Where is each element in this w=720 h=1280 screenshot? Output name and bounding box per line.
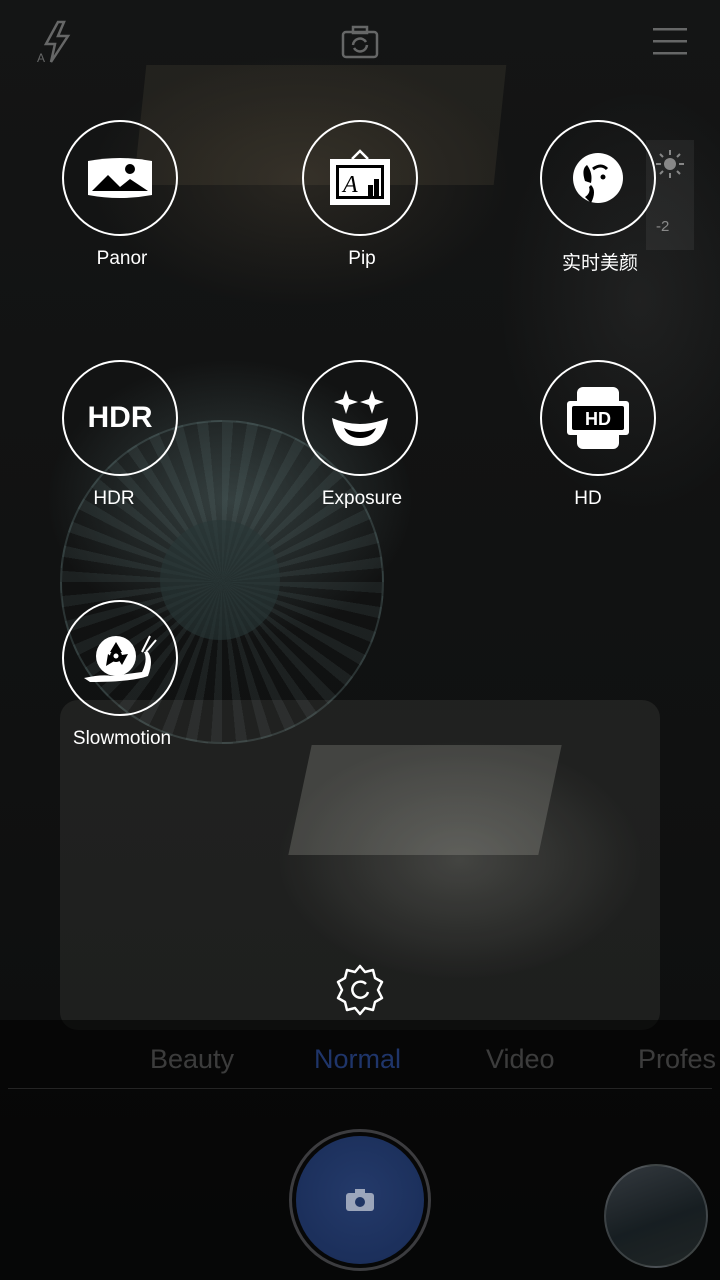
mode-exposure-button[interactable] <box>302 360 418 476</box>
mode-hd[interactable]: HD HD <box>500 360 700 520</box>
top-toolbar: A <box>0 0 720 90</box>
svg-text:A: A <box>341 172 358 198</box>
mode-panorama-button[interactable] <box>62 120 178 236</box>
mode-hdr[interactable]: HDR HDR <box>22 360 222 520</box>
mode-label: HDR <box>93 488 135 509</box>
mode-exposure[interactable]: Exposure <box>262 360 462 520</box>
panorama-icon <box>88 158 152 198</box>
camera-icon <box>346 1189 374 1211</box>
mode-slowmotion[interactable]: Slowmotion <box>22 600 222 760</box>
mode-label: Panor <box>96 248 148 269</box>
hd-icon: HD <box>567 387 629 449</box>
flash-auto-icon[interactable]: A <box>36 20 76 69</box>
tab-professional[interactable]: Profes <box>638 1044 716 1075</box>
camera-switch-icon[interactable] <box>340 24 380 65</box>
mode-panorama[interactable]: Panor <box>22 120 222 280</box>
mode-pip-button[interactable]: A <box>302 120 418 236</box>
mode-label: Exposure <box>321 488 403 509</box>
shutter-inner[interactable] <box>296 1136 424 1264</box>
hdr-icon: HDR <box>87 401 153 434</box>
svg-text:HD: HD <box>585 409 611 429</box>
tab-video[interactable]: Video <box>486 1044 555 1075</box>
tab-normal[interactable]: Normal <box>314 1044 401 1075</box>
mode-label: 实时美颜 <box>561 253 638 274</box>
exposure-clown-icon <box>332 390 388 446</box>
picture-in-picture-icon: A <box>330 149 390 205</box>
tab-beauty[interactable]: Beauty <box>150 1044 234 1075</box>
shutter-button[interactable] <box>289 1129 431 1271</box>
mode-tabs: Beauty Normal Video Profes <box>0 1020 720 1090</box>
mode-label: Pip <box>348 248 376 269</box>
mode-hdr-button[interactable]: HDR <box>62 360 178 476</box>
mode-slowmotion-button[interactable] <box>62 600 178 716</box>
mode-pip[interactable]: A Pip <box>262 120 462 280</box>
mode-label: Slowmotion <box>72 728 172 749</box>
slowmotion-snail-icon <box>84 635 157 682</box>
mode-label: HD <box>574 488 602 509</box>
mode-hd-button[interactable]: HD <box>540 360 656 476</box>
settings-gear-icon[interactable] <box>332 962 388 1018</box>
gallery-thumbnail[interactable] <box>604 1164 708 1268</box>
svg-text:A: A <box>37 51 45 64</box>
mode-beauty-live-button[interactable] <box>540 120 656 236</box>
tabs-divider <box>8 1088 712 1089</box>
mode-beauty-live[interactable]: 实时美颜 <box>500 120 700 280</box>
menu-icon[interactable] <box>652 26 688 63</box>
beauty-face-icon <box>573 153 623 203</box>
preview-paper <box>288 745 562 855</box>
